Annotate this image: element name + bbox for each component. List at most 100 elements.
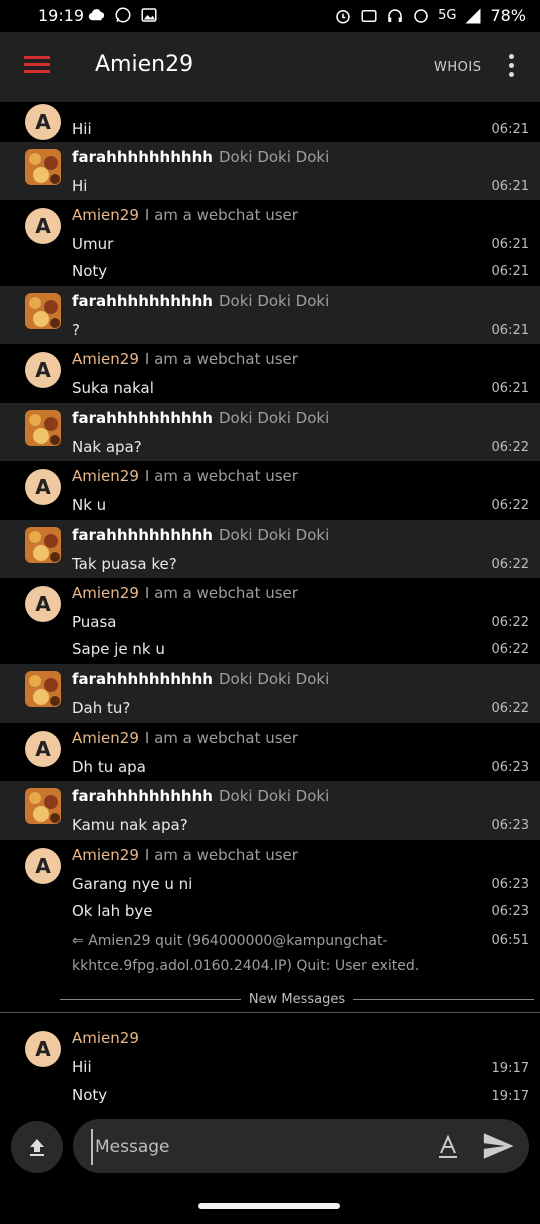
- message-text: Umur: [72, 235, 114, 253]
- avatar[interactable]: A: [25, 352, 61, 388]
- status-bar: 19:19 5G 78%: [0, 0, 540, 32]
- avatar[interactable]: [25, 788, 61, 824]
- avatar[interactable]: [25, 527, 61, 563]
- message-time: 06:23: [491, 760, 529, 775]
- message-time: 06:21: [491, 323, 529, 338]
- message-time: 06:23: [491, 877, 529, 892]
- message-input[interactable]: [91, 1129, 417, 1165]
- battery-level: 78%: [490, 6, 526, 25]
- message-time: 06:22: [491, 701, 529, 716]
- volte-icon: [414, 8, 428, 23]
- message-time: 06:21: [491, 122, 529, 137]
- more-options-icon[interactable]: [504, 54, 518, 80]
- avatar[interactable]: A: [25, 731, 61, 767]
- message-text: Puasa: [72, 613, 117, 631]
- message-group: A Amien29 I am a webchat user Nk u 06:22: [0, 461, 540, 520]
- whatsapp-icon: [115, 7, 131, 23]
- new-messages-label: New Messages: [248, 991, 346, 1007]
- message-time: 06:21: [491, 264, 529, 279]
- status-time: 19:19: [38, 6, 85, 25]
- message-time: 06:21: [491, 179, 529, 194]
- send-button[interactable]: [481, 1129, 515, 1163]
- avatar[interactable]: [25, 149, 61, 185]
- message-nick[interactable]: farahhhhhhhhhh Doki Doki Doki: [72, 526, 329, 544]
- avatar[interactable]: A: [25, 104, 61, 140]
- food-photo-icon: [25, 527, 61, 563]
- message-text: Noty: [72, 262, 108, 280]
- message-text: Ok lah bye: [72, 902, 153, 920]
- message-text: Garang nye u ni: [72, 875, 193, 893]
- message-group: farahhhhhhhhhh Doki Doki Doki Dah tu? 06:…: [0, 664, 540, 723]
- avatar[interactable]: A: [25, 469, 61, 505]
- message-time: 06:21: [491, 237, 529, 252]
- message-nick[interactable]: farahhhhhhhhhh Doki Doki Doki: [72, 409, 329, 427]
- message-text: Hii: [72, 1058, 92, 1076]
- message-nick[interactable]: farahhhhhhhhhh Doki Doki Doki: [72, 670, 329, 688]
- home-indicator[interactable]: [198, 1203, 340, 1209]
- message-group: farahhhhhhhhhh Doki Doki Doki Tak puasa k…: [0, 520, 540, 578]
- headphones-icon: [388, 8, 402, 22]
- message-nick[interactable]: Amien29 I am a webchat user: [72, 846, 298, 864]
- message-time: 06:22: [491, 615, 529, 630]
- text-format-icon: [439, 1134, 457, 1158]
- message-text: ?: [72, 321, 80, 339]
- new-messages-separator: New Messages: [60, 990, 534, 1008]
- signal-icon: [465, 8, 481, 23]
- message-time: 19:17: [491, 1089, 529, 1104]
- nfc-icon: [361, 9, 377, 22]
- message-group: A Hii 06:21: [0, 102, 540, 142]
- message-group: A Amien29 Hii 19:17 Noty 19:17: [0, 1022, 540, 1116]
- upload-button[interactable]: [11, 1121, 63, 1173]
- avatar[interactable]: [25, 671, 61, 707]
- message-nick[interactable]: Amien29 I am a webchat user: [72, 729, 298, 747]
- food-photo-icon: [25, 671, 61, 707]
- message-text: Dh tu apa: [72, 758, 146, 776]
- avatar[interactable]: A: [25, 208, 61, 244]
- message-group: farahhhhhhhhhh Doki Doki Doki ? 06:21: [0, 286, 540, 344]
- message-time: 06:21: [491, 381, 529, 396]
- app-bar: Amien29 WHOIS: [0, 32, 540, 102]
- message-nick[interactable]: Amien29 I am a webchat user: [72, 206, 298, 224]
- divider: [0, 1012, 540, 1013]
- text-format-button[interactable]: [433, 1131, 463, 1161]
- menu-icon[interactable]: [24, 56, 50, 78]
- message-text: Hi: [72, 177, 88, 195]
- message-time: 06:22: [491, 440, 529, 455]
- message-text: Tak puasa ke?: [72, 555, 177, 573]
- quit-event: ⇐ Amien29 quit (964000000@kampungchat-kk…: [72, 929, 492, 979]
- message-group: farahhhhhhhhhh Doki Doki Doki Kamu nak ap…: [0, 781, 540, 840]
- upload-icon: [30, 1139, 44, 1156]
- avatar[interactable]: [25, 410, 61, 446]
- message-text: Suka nakal: [72, 379, 154, 397]
- message-group: farahhhhhhhhhh Doki Doki Doki Hi 06:21: [0, 142, 540, 200]
- message-time: 06:22: [491, 498, 529, 513]
- avatar[interactable]: A: [25, 1031, 61, 1067]
- send-icon: [483, 1133, 514, 1159]
- avatar[interactable]: [25, 293, 61, 329]
- message-text: Kamu nak apa?: [72, 816, 188, 834]
- message-group: A Amien29 I am a webchat user Garang nye …: [0, 840, 540, 1010]
- message-nick[interactable]: farahhhhhhhhhh Doki Doki Doki: [72, 148, 329, 166]
- message-group: A Amien29 I am a webchat user Umur 06:21 …: [0, 200, 540, 286]
- alarm-icon: [336, 9, 350, 23]
- food-photo-icon: [25, 293, 61, 329]
- message-nick[interactable]: Amien29 I am a webchat user: [72, 584, 298, 602]
- message-nick[interactable]: Amien29: [72, 1029, 139, 1047]
- message-time: 06:23: [491, 818, 529, 833]
- message-nick[interactable]: farahhhhhhhhhh Doki Doki Doki: [72, 292, 329, 310]
- message-nick[interactable]: Amien29 I am a webchat user: [72, 467, 298, 485]
- avatar[interactable]: A: [25, 586, 61, 622]
- avatar[interactable]: A: [25, 848, 61, 884]
- message-nick[interactable]: farahhhhhhhhhh Doki Doki Doki: [72, 787, 329, 805]
- channel-title: Amien29: [95, 52, 194, 77]
- whois-button[interactable]: WHOIS: [434, 60, 481, 75]
- message-group: A Amien29 I am a webchat user Suka nakal …: [0, 344, 540, 403]
- message-box: [73, 1119, 529, 1173]
- message-text: Dah tu?: [72, 699, 131, 717]
- image-icon: [141, 8, 157, 22]
- cloud-icon: [88, 9, 105, 21]
- message-group: farahhhhhhhhhh Doki Doki Doki Nak apa? 06…: [0, 403, 540, 461]
- message-text: Noty: [72, 1086, 108, 1104]
- message-group: A Amien29 I am a webchat user Puasa 06:22…: [0, 578, 540, 664]
- message-nick[interactable]: Amien29 I am a webchat user: [72, 350, 298, 368]
